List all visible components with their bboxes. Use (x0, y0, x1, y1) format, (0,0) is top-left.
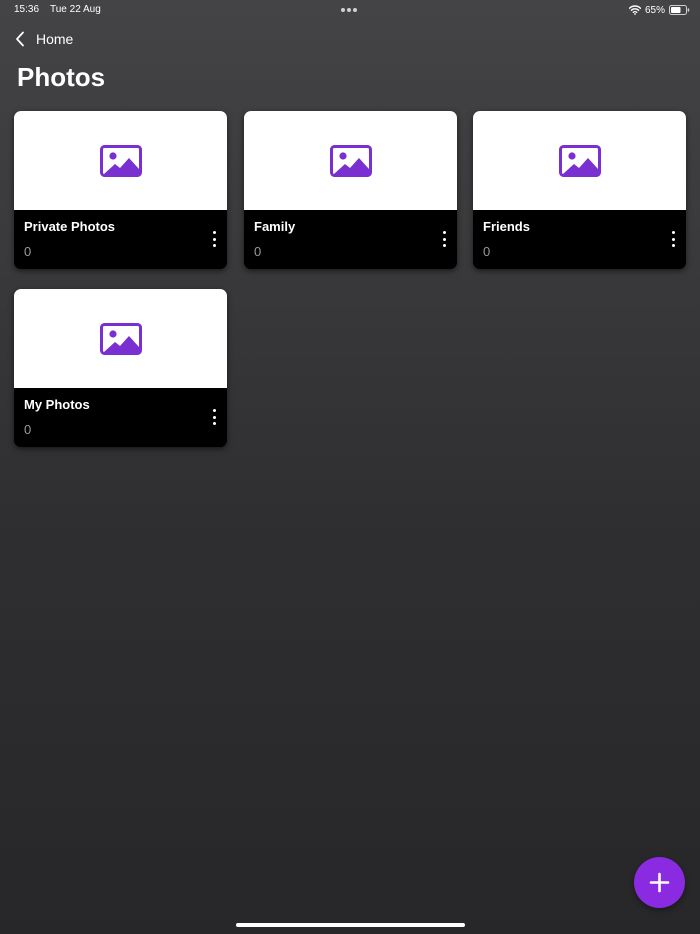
image-icon (99, 144, 142, 177)
album-count: 0 (24, 244, 32, 259)
wifi-icon (628, 5, 641, 15)
status-date: Tue 22 Aug (50, 4, 101, 15)
album-info: Friends 0 (473, 210, 686, 269)
status-time: 15:36 (14, 4, 40, 15)
album-name: Family (254, 219, 296, 234)
chevron-left-icon (16, 31, 24, 47)
image-icon (558, 144, 601, 177)
more-vertical-icon[interactable] (666, 231, 680, 247)
album-name: Friends (483, 219, 530, 234)
album-card-friends[interactable]: Friends 0 (473, 111, 686, 269)
image-icon (99, 322, 142, 355)
battery-percent: 65% (644, 4, 665, 16)
page-title: Photos (17, 62, 106, 92)
battery-icon (669, 5, 690, 15)
album-count: 0 (483, 244, 491, 259)
back-button[interactable]: Home (14, 30, 73, 48)
album-info: My Photos 0 (14, 388, 227, 447)
album-thumbnail (473, 111, 686, 210)
album-name: Private Photos (24, 219, 116, 234)
album-card-family[interactable]: Family 0 (244, 111, 457, 269)
album-info: Family 0 (244, 210, 457, 269)
status-bar: 15:36 Tue 22 Aug 65% (0, 0, 700, 20)
status-indicators: 65% (628, 3, 690, 17)
album-card-my-photos[interactable]: My Photos 0 (14, 289, 227, 447)
image-icon (329, 144, 372, 177)
album-card-private-photos[interactable]: Private Photos 0 (14, 111, 227, 269)
album-name: My Photos (24, 397, 90, 412)
album-thumbnail (14, 289, 227, 388)
album-thumbnail (14, 111, 227, 210)
add-album-button[interactable] (634, 857, 685, 908)
album-thumbnail (244, 111, 457, 210)
more-vertical-icon[interactable] (207, 409, 221, 425)
more-vertical-icon[interactable] (207, 231, 221, 247)
album-count: 0 (24, 422, 32, 437)
album-info: Private Photos 0 (14, 210, 227, 269)
multitasking-dots-icon[interactable] (341, 8, 359, 12)
home-indicator[interactable] (236, 923, 465, 927)
back-button-label: Home (36, 31, 74, 47)
more-vertical-icon[interactable] (437, 231, 451, 247)
album-count: 0 (254, 244, 262, 259)
plus-icon (649, 872, 670, 893)
